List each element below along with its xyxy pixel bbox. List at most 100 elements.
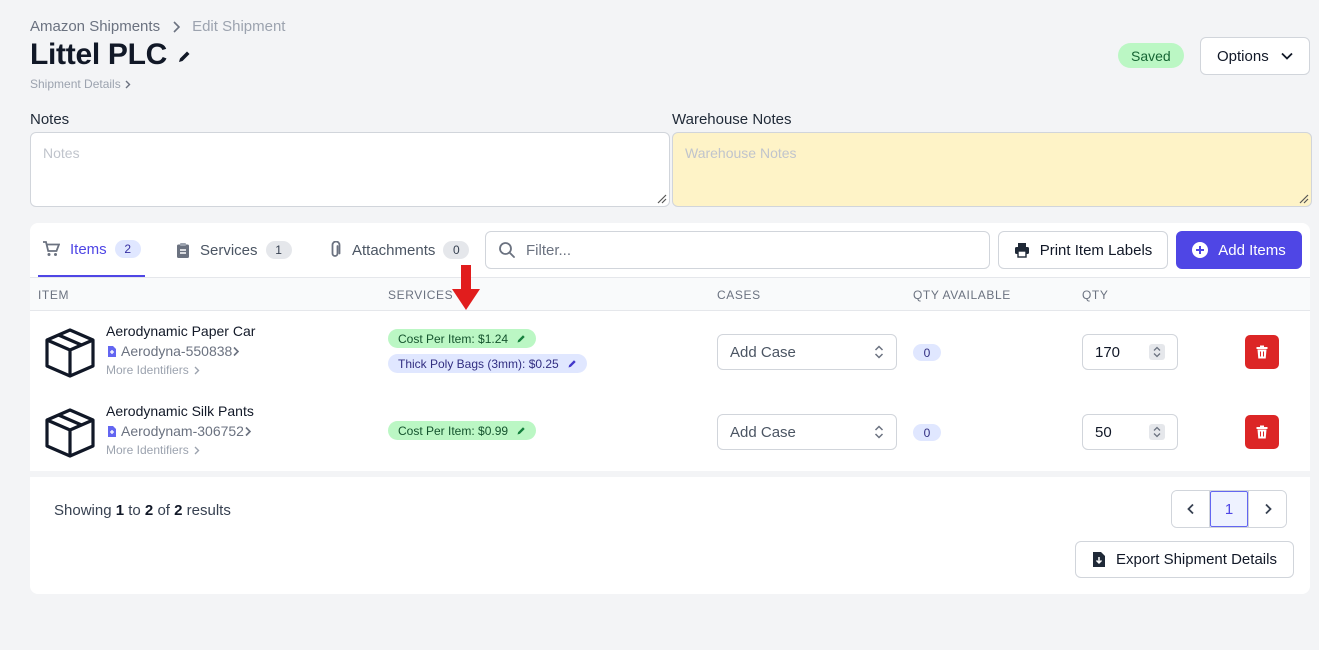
col-qty: QTY	[1082, 288, 1109, 302]
delete-item-button[interactable]	[1245, 415, 1279, 449]
trash-icon	[1256, 425, 1268, 439]
breadcrumb-parent[interactable]: Amazon Shipments	[30, 18, 160, 35]
qty-stepper[interactable]: 170	[1082, 334, 1178, 370]
search-icon	[499, 242, 515, 258]
chevron-right-icon	[125, 80, 131, 88]
add-items-label: Add Items	[1218, 241, 1286, 259]
prev-page-button[interactable]	[1172, 491, 1210, 527]
filter-input[interactable]	[526, 241, 966, 259]
table-row: Aerodynamic Silk Pants Aerodynam-306752 …	[30, 392, 1310, 472]
file-download-icon	[1093, 552, 1106, 567]
qty-stepper[interactable]: 50	[1082, 414, 1178, 450]
chevron-down-icon	[1281, 52, 1293, 60]
more-identifiers-link[interactable]: More Identifiers	[106, 363, 200, 377]
col-qty-available: QTY AVAILABLE	[913, 288, 1011, 302]
more-identifiers-link[interactable]: More Identifiers	[106, 443, 200, 457]
filter-field	[485, 231, 990, 269]
col-services: SERVICES	[388, 288, 454, 302]
table-header: ITEM SERVICES CASES QTY AVAILABLE QTY	[30, 277, 1310, 311]
print-item-labels-label: Print Item Labels	[1039, 241, 1153, 259]
service-tag[interactable]: Thick Poly Bags (3mm): $0.25	[388, 354, 587, 373]
chevron-right-icon	[245, 426, 252, 436]
next-page-button[interactable]	[1248, 491, 1286, 527]
pencil-icon	[517, 426, 525, 434]
export-shipment-details-label: Export Shipment Details	[1116, 551, 1277, 568]
showing-prefix: Showing	[54, 502, 112, 519]
shipment-details-link[interactable]: Shipment Details	[30, 77, 131, 91]
stepper-arrows-icon[interactable]	[1149, 424, 1165, 440]
paperclip-icon	[328, 241, 342, 259]
chevron-updown-icon	[874, 345, 884, 359]
showing-suffix: results	[186, 502, 231, 519]
printer-icon	[1014, 243, 1029, 258]
tab-services-count: 1	[265, 241, 292, 259]
shipment-details-label: Shipment Details	[30, 77, 121, 91]
items-card: Items 2 Services 1 Attachments 0 Print I…	[30, 223, 1310, 594]
stepper-arrows-icon[interactable]	[1149, 344, 1165, 360]
breadcrumb: Amazon Shipments Edit Shipment	[30, 18, 285, 35]
notes-textarea[interactable]	[30, 132, 670, 207]
results-total: 2	[174, 502, 183, 519]
item-identifier-link[interactable]: Aerodynam-306752	[106, 423, 252, 439]
options-dropdown[interactable]: Options	[1200, 37, 1310, 75]
package-icon	[45, 408, 95, 458]
print-item-labels-button[interactable]: Print Item Labels	[998, 231, 1168, 269]
trash-icon	[1256, 345, 1268, 359]
service-tag[interactable]: Cost Per Item: $1.24	[388, 329, 537, 348]
chevron-right-icon	[194, 366, 200, 374]
tab-services-label: Services	[200, 241, 258, 259]
package-icon	[45, 328, 95, 378]
tab-attachments[interactable]: Attachments 0	[328, 223, 470, 277]
add-case-select[interactable]: Add Case	[717, 414, 897, 450]
tab-items-label: Items	[70, 240, 107, 258]
chevron-right-icon	[172, 20, 181, 33]
breadcrumb-current: Edit Shipment	[192, 18, 286, 35]
service-tag-label: Thick Poly Bags (3mm): $0.25	[398, 356, 559, 371]
warehouse-notes-label: Warehouse Notes	[672, 111, 792, 128]
delete-item-button[interactable]	[1245, 335, 1279, 369]
options-label: Options	[1217, 47, 1269, 65]
item-identifier: Aerodyna-550838	[121, 343, 233, 359]
annotation-arrow-icon	[452, 265, 480, 310]
pencil-icon[interactable]	[177, 50, 191, 64]
qty-value: 50	[1095, 423, 1112, 441]
resize-handle-icon[interactable]	[1297, 192, 1309, 204]
export-shipment-details-button[interactable]: Export Shipment Details	[1075, 541, 1294, 578]
page-number-button[interactable]: 1	[1210, 491, 1248, 527]
section-divider	[30, 471, 1310, 477]
pencil-icon	[517, 334, 525, 342]
qty-available-badge: 0	[913, 344, 941, 361]
plus-circle-icon	[1192, 242, 1209, 258]
service-tag-label: Cost Per Item: $1.24	[398, 331, 509, 346]
service-tag[interactable]: Cost Per Item: $0.99	[388, 421, 537, 440]
chevron-left-icon	[1186, 503, 1194, 515]
item-identifier: Aerodynam-306752	[121, 423, 244, 439]
item-name: Aerodynamic Paper Car	[106, 323, 256, 339]
service-tag-label: Cost Per Item: $0.99	[398, 423, 509, 438]
tab-services[interactable]: Services 1	[176, 223, 292, 277]
showing-of-word: of	[157, 502, 170, 519]
notes-label: Notes	[30, 111, 70, 128]
resize-handle-icon[interactable]	[655, 192, 667, 204]
results-to: 2	[144, 502, 154, 519]
add-case-select[interactable]: Add Case	[717, 334, 897, 370]
pencil-icon	[568, 359, 576, 367]
col-item: ITEM	[38, 288, 70, 302]
add-case-placeholder: Add Case	[730, 423, 796, 441]
tab-attachments-label: Attachments	[352, 241, 436, 259]
chevron-updown-icon	[874, 425, 884, 439]
results-from: 1	[115, 502, 125, 519]
tab-attachments-count: 0	[443, 241, 470, 259]
warehouse-notes-textarea[interactable]	[672, 132, 1312, 207]
qty-value: 170	[1095, 343, 1121, 361]
clipboard-icon	[176, 242, 190, 259]
page-title: Littel PLC	[30, 38, 167, 71]
add-items-button[interactable]: Add Items	[1176, 231, 1302, 269]
table-row: Aerodynamic Paper Car Aerodyna-550838 Mo…	[30, 312, 1310, 392]
tab-items[interactable]: Items 2	[38, 223, 145, 277]
amazon-icon	[106, 345, 118, 358]
item-identifier-link[interactable]: Aerodyna-550838	[106, 343, 240, 359]
col-cases: CASES	[717, 288, 761, 302]
item-name: Aerodynamic Silk Pants	[106, 403, 254, 419]
showing-to-word: to	[128, 502, 141, 519]
